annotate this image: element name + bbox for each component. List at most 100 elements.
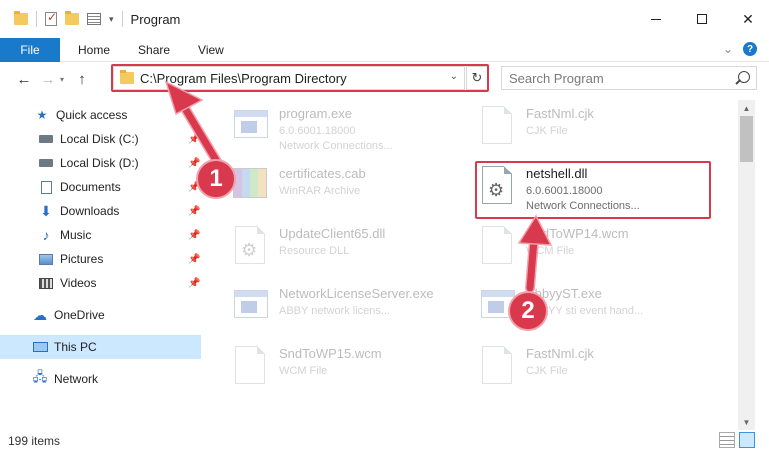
file-name: FastNml.cjk	[526, 346, 594, 361]
file-type: Resource DLL	[279, 245, 350, 257]
title-bar: ▾ Program ✕	[0, 0, 769, 38]
search-icon[interactable]	[738, 71, 750, 83]
file-text: program.exe 6.0.6001.18000 Network Conne…	[279, 104, 393, 160]
up-button[interactable]: ↑	[70, 71, 94, 88]
file-version: 6.0.6001.18000	[279, 125, 356, 137]
file-item[interactable]: FastNml.cjk CJK File	[478, 104, 718, 160]
drive-icon	[38, 156, 54, 170]
forward-button[interactable]: →	[36, 71, 60, 88]
maximize-button[interactable]	[679, 0, 725, 38]
pin-icon: 📌	[188, 133, 201, 145]
file-item[interactable]: NetworkLicenseServer.exe ABBY network li…	[231, 284, 471, 340]
sidebar-item-label: Pictures	[60, 252, 104, 266]
file-text: FastNml.cjk CJK File	[526, 344, 594, 400]
sidebar-item-this-pc[interactable]: This PC	[0, 335, 201, 359]
recent-locations-icon[interactable]: ▾	[60, 75, 70, 84]
file-type: WCM File	[526, 245, 575, 257]
ribbon-tabs: File Home Share View ⌄ ?	[0, 37, 769, 62]
drive-icon	[38, 132, 54, 146]
sidebar-item-onedrive[interactable]: ☁ OneDrive	[0, 303, 201, 327]
file-item[interactable]: FastNml.cjk CJK File	[478, 344, 718, 400]
minimize-button[interactable]	[633, 0, 679, 38]
file-name: NetworkLicenseServer.exe	[279, 286, 434, 301]
window-title: Program	[130, 11, 181, 27]
scroll-thumb[interactable]	[740, 116, 753, 162]
sidebar-item-downloads[interactable]: ⬇ Downloads 📌	[0, 199, 201, 223]
sidebar-item-label: This PC	[54, 340, 97, 354]
view-switcher	[719, 432, 755, 448]
file-highlight-box	[475, 161, 711, 219]
pictures-icon	[38, 252, 54, 266]
network-icon: 🖧	[32, 369, 48, 384]
file-name: UpdateClient65.dll	[279, 226, 386, 241]
help-icon[interactable]: ?	[743, 42, 757, 56]
file-text: NetworkLicenseServer.exe ABBY network li…	[279, 284, 434, 340]
download-icon: ⬇	[40, 202, 52, 219]
document-icon-shape	[235, 346, 265, 384]
separator	[121, 11, 123, 27]
file-text: UpdateClient65.dll Resource DLL	[279, 224, 385, 280]
close-button[interactable]: ✕	[725, 0, 769, 38]
vertical-scrollbar[interactable]: ▲ ▼	[738, 100, 755, 430]
sidebar-item-videos[interactable]: Videos 📌	[0, 271, 201, 295]
sidebar-item-label: Music	[60, 228, 92, 242]
star-icon: ★	[36, 108, 48, 122]
file-type: CJK File	[526, 365, 568, 377]
tab-view[interactable]: View	[184, 43, 238, 57]
tab-file[interactable]: File	[0, 37, 60, 62]
tab-home[interactable]: Home	[64, 43, 124, 57]
properties-check-icon[interactable]	[45, 10, 57, 26]
document-icon	[478, 224, 518, 272]
status-bar: 199 items	[0, 430, 769, 452]
file-item[interactable]: SndToWP15.wcm WCM File	[231, 344, 471, 400]
tab-share[interactable]: Share	[124, 43, 184, 57]
sidebar-item-network[interactable]: 🖧 Network	[0, 367, 201, 391]
file-name: certificates.cab	[279, 166, 366, 181]
exe-icon-shape	[234, 290, 268, 318]
sidebar-item-quick-access[interactable]: ★ Quick access	[0, 103, 201, 127]
navigation-pane: ★ Quick access Local Disk (C:) 📌 Local D…	[0, 100, 201, 430]
document-icon-shape	[482, 346, 512, 384]
folder-icon	[14, 11, 28, 25]
archive-icon	[231, 164, 271, 212]
sidebar-item-pictures[interactable]: Pictures 📌	[0, 247, 201, 271]
search-input[interactable]	[509, 70, 729, 86]
scroll-down-icon[interactable]: ▼	[738, 414, 755, 430]
back-button[interactable]: ←	[12, 71, 36, 88]
exe-icon	[231, 104, 271, 152]
new-folder-icon[interactable]	[65, 11, 79, 25]
sidebar-item-label: Network	[54, 372, 99, 386]
maximize-icon	[697, 14, 707, 24]
file-item[interactable]: ⚙ UpdateClient65.dll Resource DLL	[231, 224, 471, 280]
scroll-up-icon[interactable]: ▲	[738, 100, 755, 116]
sidebar-item-label: OneDrive	[54, 308, 105, 322]
file-item[interactable]: certificates.cab WinRAR Archive	[231, 164, 471, 220]
file-name: SndToWP15.wcm	[279, 346, 382, 361]
chevron-down-icon[interactable]: ▾	[109, 14, 114, 25]
exe-icon-shape	[234, 110, 268, 138]
videos-icon	[38, 276, 54, 290]
sidebar-item-local-disk-c[interactable]: Local Disk (C:) 📌	[0, 127, 201, 151]
file-description: Network Connections...	[279, 140, 393, 152]
file-item[interactable]: program.exe 6.0.6001.18000 Network Conne…	[231, 104, 471, 160]
file-item[interactable]: SndToWP14.wcm WCM File	[478, 224, 718, 280]
dll-gear-icon: ⚙	[231, 224, 271, 272]
file-name: program.exe	[279, 106, 352, 121]
file-text: SndToWP15.wcm WCM File	[279, 344, 382, 400]
sidebar-item-label: Local Disk (C:)	[60, 132, 139, 146]
sidebar-item-music[interactable]: ♪ Music 📌	[0, 223, 201, 247]
item-count: 199 items	[8, 434, 61, 448]
music-icon: ♪	[42, 227, 50, 243]
details-view-icon[interactable]	[719, 432, 735, 448]
address-highlight-box	[111, 64, 489, 92]
search-box[interactable]	[501, 66, 757, 90]
customize-icon[interactable]	[87, 13, 101, 25]
sidebar-item-label: Documents	[60, 180, 121, 194]
pin-icon: 📌	[188, 205, 201, 217]
expand-ribbon-icon[interactable]: ⌄	[723, 42, 733, 56]
tiles-view-icon[interactable]	[739, 432, 755, 448]
sidebar-item-documents[interactable]: Documents 📌	[0, 175, 201, 199]
separator	[36, 11, 37, 27]
file-name: SndToWP14.wcm	[526, 226, 629, 241]
sidebar-item-local-disk-d[interactable]: Local Disk (D:) 📌	[0, 151, 201, 175]
